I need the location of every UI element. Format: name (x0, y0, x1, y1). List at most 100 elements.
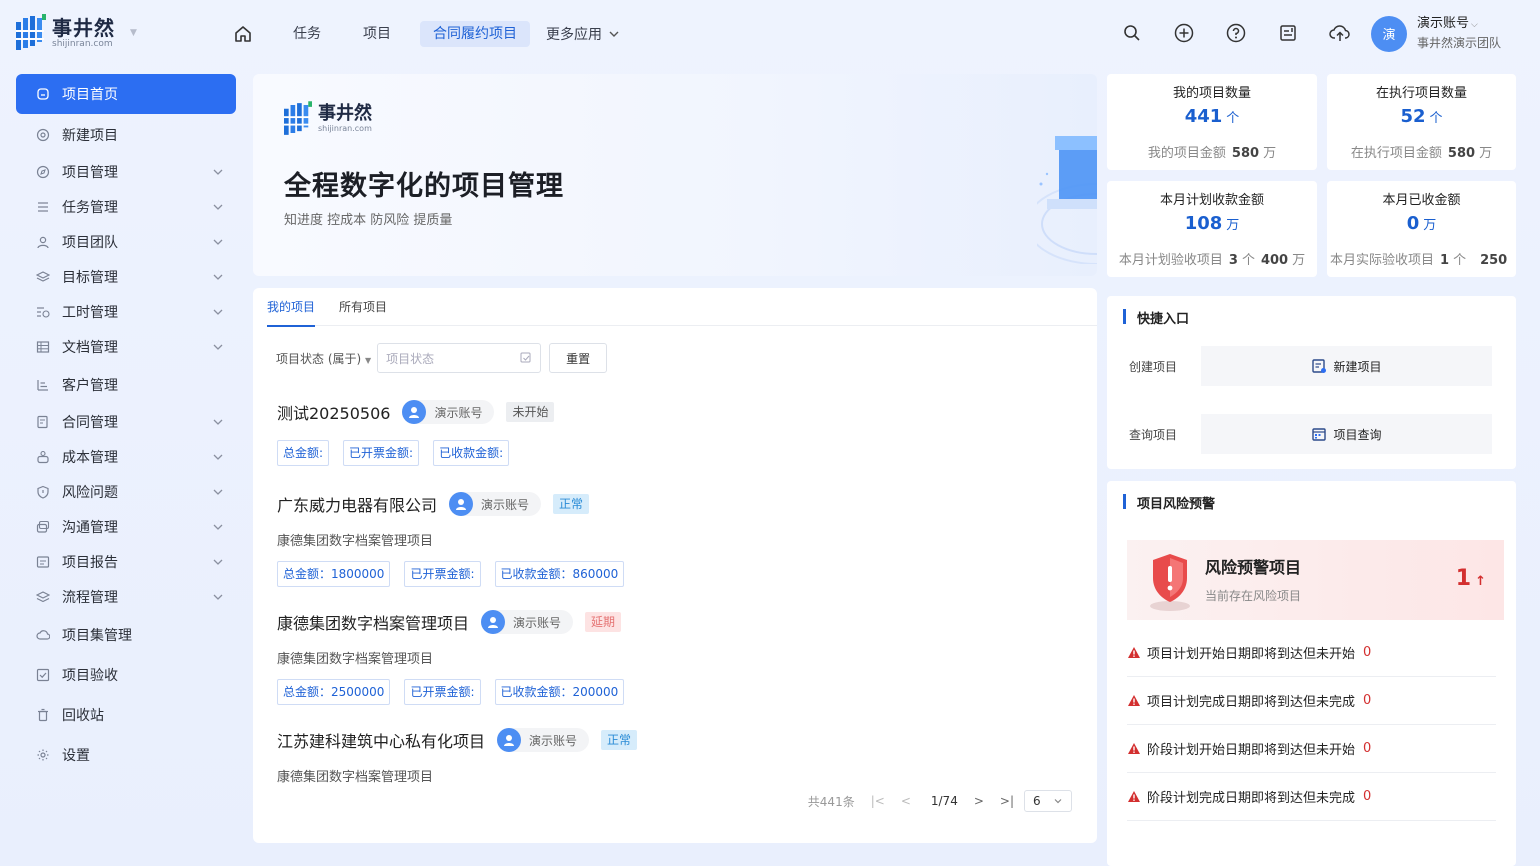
sidebar-item-2[interactable]: 项目管理 (16, 154, 236, 189)
sidebar-item-16[interactable]: 项目验收 (16, 657, 236, 692)
sidebar-item-label: 文档管理 (62, 339, 118, 356)
reset-button[interactable]: 重置 (549, 343, 608, 373)
compass-icon (36, 165, 50, 179)
stat-my-projects[interactable]: 我的项目数量 441 个 我的项目金额 580 万 (1107, 74, 1317, 170)
user-avatar-icon (497, 728, 522, 752)
last-page-icon[interactable]: >| (1000, 794, 1014, 808)
project-item[interactable]: 江苏建科建筑中心私有化项目 演示账号 正常 康德集团数字档案管理项目 (277, 728, 638, 785)
stat-title: 在执行项目数量 (1375, 86, 1467, 101)
sidebar-item-12[interactable]: 沟通管理 (16, 509, 236, 544)
chevron-down-icon[interactable] (212, 306, 224, 322)
shield-alert-icon (1150, 554, 1190, 611)
check-box-icon (36, 668, 50, 682)
chevron-down-icon[interactable] (212, 166, 224, 182)
top-nav: 任务 项目 合同履约项目 更多应用 (232, 21, 620, 47)
risk-line[interactable]: 阶段计划完成日期即将到达但未完成 0 (1127, 773, 1496, 821)
table-icon (36, 340, 50, 354)
sidebar-item-1[interactable]: 新建项目 (16, 117, 236, 152)
sidebar-item-11[interactable]: 风险问题 (16, 474, 236, 509)
nav-tasks[interactable]: 任务 (280, 21, 334, 47)
chevron-down-icon[interactable] (212, 271, 224, 287)
tab-my-projects[interactable]: 我的项目 (267, 288, 316, 327)
amount-tag: 已开票金额: (404, 561, 481, 587)
project-description: 康德集团数字档案管理项目 (277, 534, 434, 549)
chevron-down-icon[interactable] (212, 556, 224, 572)
chevron-down-icon[interactable] (212, 521, 224, 537)
home-icon (36, 87, 50, 101)
report-icon (36, 555, 50, 569)
chevron-down-icon: ⌵ (1471, 20, 1478, 30)
prev-page-icon[interactable]: < (901, 794, 911, 808)
chevron-down-icon[interactable] (212, 486, 224, 502)
chevron-down-icon[interactable] (212, 416, 224, 432)
stat-unit: 个 (1226, 111, 1240, 126)
sidebar-item-15[interactable]: 项目集管理 (16, 617, 236, 652)
project-name[interactable]: 江苏建科建筑中心私有化项目 (277, 728, 485, 752)
sidebar-item-7[interactable]: 文档管理 (16, 329, 236, 364)
chevron-down-icon[interactable] (212, 451, 224, 467)
stat-foot-value-2: 250 (1480, 253, 1508, 268)
search-icon[interactable] (1121, 22, 1143, 44)
sidebar-item-10[interactable]: 成本管理 (16, 439, 236, 474)
risk-line[interactable]: 项目计划开始日期即将到达但未开始 0 (1127, 629, 1496, 677)
projects-panel: 我的项目 所有项目 项目状态 (属于) ▼ 项目状态 重置 测试20250506… (253, 288, 1097, 843)
stat-value: 52 (1400, 106, 1426, 127)
sidebar-item-17[interactable]: 回收站 (16, 697, 236, 732)
top-header: 事井然 shijinran.com ▼ 任务 项目 合同履约项目 更多应用 演 … (0, 0, 1540, 66)
quick-row-query: 查询项目 项目查询 (1129, 414, 1492, 454)
risk-card-value: 1 (1455, 566, 1472, 591)
cloud-upload-icon[interactable] (1329, 22, 1351, 44)
next-page-icon[interactable]: > (974, 794, 984, 808)
logo-caret-icon[interactable]: ▼ (130, 28, 137, 38)
stat-value: 108 (1184, 213, 1223, 234)
status-filter-input[interactable]: 项目状态 (377, 343, 542, 373)
chevron-down-icon[interactable] (212, 236, 224, 252)
stat-foot-unit-2: 万 (1292, 253, 1306, 268)
stat-active-projects[interactable]: 在执行项目数量 52 个 在执行项目金额 580 万 (1327, 74, 1516, 170)
project-query-button[interactable]: 项目查询 (1201, 414, 1492, 454)
sidebar-item-13[interactable]: 项目报告 (16, 544, 236, 579)
help-icon[interactable] (1225, 22, 1247, 44)
project-item[interactable]: 测试20250506 演示账号 未开始 总金额: 已开票金额: 已收款金额: (277, 400, 555, 466)
nav-contract-projects[interactable]: 合同履约项目 (420, 21, 530, 47)
stat-foot-value: 580 (1231, 146, 1260, 161)
list-edit-icon[interactable] (1277, 22, 1299, 44)
project-name[interactable]: 康德集团数字档案管理项目 (277, 610, 469, 634)
new-project-button[interactable]: 新建项目 (1201, 346, 1492, 386)
stat-collected[interactable]: 本月已收金额 0万 本月实际验收项目 1 个 250 (1327, 181, 1516, 277)
plus-circle-icon[interactable] (1173, 22, 1195, 44)
cloud-icon (36, 628, 50, 642)
app-logo[interactable]: 事井然 shijinran.com (16, 14, 115, 52)
first-page-icon[interactable]: |< (871, 794, 885, 808)
page-size-select[interactable]: 6 (1024, 790, 1072, 812)
tab-all-projects[interactable]: 所有项目 (339, 288, 387, 326)
home-icon[interactable] (232, 22, 254, 46)
status-badge: 正常 (553, 494, 590, 514)
risk-line[interactable]: 阶段计划开始日期即将到达但未开始 0 (1127, 725, 1496, 773)
avatar[interactable]: 演 (1371, 15, 1407, 52)
sidebar-item-14[interactable]: 流程管理 (16, 579, 236, 614)
chevron-down-icon[interactable] (212, 201, 224, 217)
risk-summary-card[interactable]: 风险预警项目 当前存在风险项目 1 ↑ (1127, 540, 1504, 620)
sidebar-item-4[interactable]: 项目团队 (16, 224, 236, 259)
sidebar-item-3[interactable]: 任务管理 (16, 189, 236, 224)
project-item[interactable]: 康德集团数字档案管理项目 演示账号 延期 康德集团数字档案管理项目 总金额：250000… (277, 610, 625, 705)
chevron-down-icon[interactable] (212, 591, 224, 607)
project-item[interactable]: 广东威力电器有限公司 演示账号 正常 康德集团数字档案管理项目 总金额：1800000 已… (277, 492, 625, 587)
user-menu[interactable]: 演 演示账号 ⌵ 事井然演示团队 (1371, 15, 1501, 52)
welcome-banner: 事井然 shijinran.com 全程数字化的项目管理 知进度 控成本 防风险… (253, 74, 1097, 276)
sidebar-item-6[interactable]: 工时管理 (16, 294, 236, 329)
nav-projects[interactable]: 项目 (350, 21, 404, 47)
sidebar-item-9[interactable]: 合同管理 (16, 404, 236, 439)
filter-status-label[interactable]: 项目状态 (属于) ▼ (276, 350, 371, 367)
risk-line[interactable]: 项目计划完成日期即将到达但未完成 0 (1127, 677, 1496, 725)
sidebar-item-18[interactable]: 设置 (16, 737, 236, 772)
nav-more-apps[interactable]: 更多应用 (546, 24, 620, 44)
stat-planned-collection[interactable]: 本月计划收款金额 108 万 本月计划验收项目 3 个 400 万 (1107, 181, 1317, 277)
project-name[interactable]: 广东威力电器有限公司 (277, 492, 437, 516)
chevron-down-icon[interactable] (212, 341, 224, 357)
sidebar-item-0[interactable]: 项目首页 (16, 74, 236, 114)
sidebar-item-5[interactable]: 目标管理 (16, 259, 236, 294)
sidebar-item-8[interactable]: 客户管理 (16, 367, 236, 402)
project-name[interactable]: 测试20250506 (277, 400, 390, 424)
